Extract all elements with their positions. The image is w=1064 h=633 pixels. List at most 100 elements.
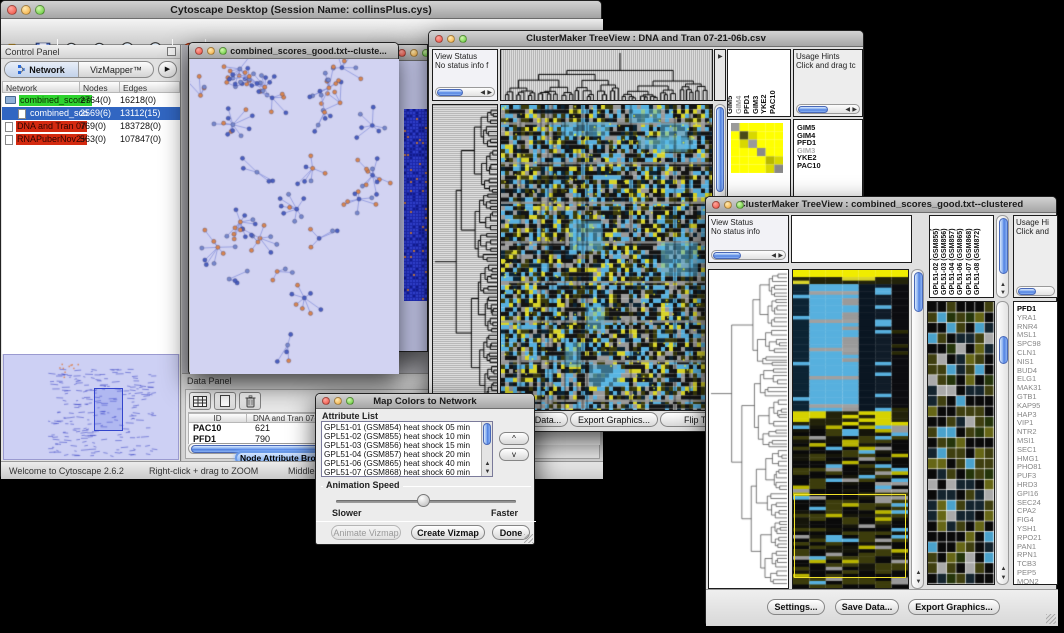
tv2-row-label[interactable]: PAN1 bbox=[1017, 542, 1036, 551]
tv2-status-hscrollbar[interactable]: ◀▶ bbox=[711, 250, 786, 260]
tv1-usage-hscrollbar[interactable]: ◀▶ bbox=[796, 104, 860, 114]
speed-slider-thumb[interactable] bbox=[417, 494, 430, 507]
attribute-item[interactable]: GPL51-07 (GSM868) heat shock 60 min bbox=[324, 468, 470, 477]
tv2-row-label[interactable]: HAP3 bbox=[1017, 410, 1037, 419]
zoom-button[interactable] bbox=[736, 201, 744, 209]
zoom-button[interactable] bbox=[35, 5, 45, 15]
minimize-button[interactable] bbox=[334, 397, 342, 405]
close-button[interactable] bbox=[712, 201, 720, 209]
attribute-item[interactable]: GPL51-06 (GSM865) heat shock 40 min bbox=[324, 459, 470, 468]
attribute-item[interactable]: GPL51-01 (GSM854) heat shock 05 min bbox=[324, 423, 470, 432]
tv2-row-label[interactable]: NTR2 bbox=[1017, 427, 1037, 436]
tv2-row-label[interactable]: NIS1 bbox=[1017, 357, 1034, 366]
network-row[interactable]: combined_sco2569(6)13112(15) bbox=[2, 107, 180, 120]
birdseye-selection[interactable] bbox=[94, 388, 123, 431]
column-header-network[interactable]: Network bbox=[2, 81, 80, 93]
network-row[interactable]: RNAPuberNov2+563(0)107847(0) bbox=[2, 133, 180, 146]
treeview2-title-bar[interactable]: ClusterMaker TreeView : combined_scores_… bbox=[706, 197, 1056, 213]
new-attribute-button[interactable] bbox=[214, 392, 236, 410]
network-row[interactable]: combined_scores2764(0)16218(0) bbox=[2, 94, 180, 107]
tv2-button[interactable]: Settings... bbox=[767, 599, 825, 615]
tv2-row-label[interactable]: YSH1 bbox=[1017, 524, 1037, 533]
tv1-row-label[interactable]: PAC10 bbox=[797, 161, 821, 170]
tv2-heatmap-selection[interactable] bbox=[794, 494, 906, 578]
tv2-row-label[interactable]: HMG1 bbox=[1017, 454, 1039, 463]
tv2-row-dendrogram[interactable] bbox=[708, 269, 789, 589]
zoom-button[interactable] bbox=[459, 35, 467, 43]
tv2-usage-hscrollbar[interactable] bbox=[1016, 286, 1055, 296]
network-window1-title-bar[interactable]: combined_scores_good.txt--cluste... bbox=[189, 43, 398, 59]
create-vizmap-button[interactable]: Create Vizmap bbox=[411, 525, 485, 540]
tv2-row-label[interactable]: PFD1 bbox=[1017, 304, 1036, 313]
tv2-zoom-heatmap[interactable] bbox=[927, 301, 995, 585]
minimize-button[interactable] bbox=[724, 201, 732, 209]
dialog-title-bar[interactable]: Map Colors to Network bbox=[316, 394, 534, 409]
tv2-row-label[interactable]: YRA1 bbox=[1017, 313, 1037, 322]
tv2-row-label[interactable]: PHO81 bbox=[1017, 462, 1042, 471]
close-button[interactable] bbox=[7, 5, 17, 15]
float-panel-icon[interactable] bbox=[167, 47, 176, 56]
close-button[interactable] bbox=[195, 47, 203, 55]
move-up-button[interactable]: ^ bbox=[499, 432, 529, 445]
resize-grip[interactable] bbox=[524, 534, 533, 543]
delete-attribute-button[interactable] bbox=[239, 392, 261, 410]
close-button[interactable] bbox=[322, 397, 330, 405]
tv2-row-label[interactable]: CLN1 bbox=[1017, 348, 1036, 357]
minimize-button[interactable] bbox=[410, 49, 418, 57]
network-row[interactable]: DNA and Tran 07769(0)183728(0) bbox=[2, 120, 180, 133]
minimize-button[interactable] bbox=[447, 35, 455, 43]
tv2-row-label[interactable]: FIG4 bbox=[1017, 515, 1034, 524]
tv2-collabels-vscrollbar[interactable]: ▲▼ bbox=[996, 215, 1009, 298]
attribute-item[interactable]: GPL51-03 (GSM856) heat shock 15 min bbox=[324, 441, 470, 450]
tv2-row-label[interactable]: PUF3 bbox=[1017, 471, 1036, 480]
tv2-button[interactable]: Save Data... bbox=[835, 599, 899, 615]
tv2-row-label[interactable]: ELG1 bbox=[1017, 374, 1036, 383]
tv2-row-label[interactable]: PEP5 bbox=[1017, 568, 1036, 577]
move-down-button[interactable]: v bbox=[499, 448, 529, 461]
attribute-item[interactable]: GPL51-04 (GSM857) heat shock 20 min bbox=[324, 450, 470, 459]
tv2-button[interactable]: Export Graphics... bbox=[908, 599, 1000, 615]
tv2-heatmap[interactable] bbox=[792, 269, 909, 589]
tv2-row-label[interactable]: RPN1 bbox=[1017, 550, 1037, 559]
tv2-row-label[interactable]: SEC1 bbox=[1017, 445, 1037, 454]
animate-vizmap-button[interactable]: Animate Vizmap bbox=[331, 525, 401, 540]
tv2-row-label[interactable]: CPA2 bbox=[1017, 506, 1036, 515]
tv1-button[interactable]: Export Graphics... bbox=[570, 412, 658, 427]
column-header-id[interactable]: ID bbox=[189, 413, 247, 423]
tv1-column-dendrogram[interactable] bbox=[500, 49, 713, 101]
tv2-heatmap-vscrollbar[interactable]: ▲▼ bbox=[911, 269, 924, 589]
tv2-row-label[interactable]: KAP95 bbox=[1017, 401, 1040, 410]
tv2-row-label[interactable]: GTB1 bbox=[1017, 392, 1037, 401]
tv2-row-label[interactable]: SEC24 bbox=[1017, 498, 1041, 507]
tv2-row-label[interactable]: MON2 bbox=[1017, 577, 1039, 585]
zoom-button[interactable] bbox=[346, 397, 354, 405]
tv2-row-label[interactable]: RPO21 bbox=[1017, 533, 1042, 542]
tab-vizmapper[interactable]: VizMapper™ bbox=[79, 62, 153, 77]
tv2-row-label[interactable]: RNR4 bbox=[1017, 322, 1037, 331]
zoom-button[interactable] bbox=[219, 47, 227, 55]
network-view-canvas[interactable] bbox=[190, 59, 399, 374]
column-header-edges[interactable]: Edges bbox=[120, 81, 180, 93]
birdseye-view[interactable] bbox=[3, 354, 179, 460]
tv2-row-label[interactable]: BUD4 bbox=[1017, 366, 1037, 375]
tv2-row-label[interactable]: MSL1 bbox=[1017, 330, 1037, 339]
tv2-row-label[interactable]: VIP1 bbox=[1017, 418, 1033, 427]
tv2-column-dendrogram[interactable] bbox=[791, 215, 912, 263]
close-button[interactable] bbox=[435, 35, 443, 43]
tv2-row-label[interactable]: SPC98 bbox=[1017, 339, 1041, 348]
tab-network[interactable]: Network bbox=[5, 62, 79, 77]
tv2-row-label[interactable]: GPI16 bbox=[1017, 489, 1038, 498]
tv2-row-label[interactable]: HRD3 bbox=[1017, 480, 1037, 489]
table-mode-button[interactable] bbox=[189, 392, 211, 410]
resize-grip[interactable] bbox=[1046, 614, 1056, 624]
tv1-row-dendrogram[interactable] bbox=[432, 104, 498, 411]
attribute-list[interactable]: ▲▼ GPL51-01 (GSM854) heat shock 05 min GP… bbox=[321, 421, 493, 477]
minimize-button[interactable] bbox=[21, 5, 31, 15]
tv2-row-label[interactable]: TCB3 bbox=[1017, 559, 1036, 568]
attribute-list-vscrollbar[interactable]: ▲▼ bbox=[481, 422, 492, 476]
treeview1-title-bar[interactable]: ClusterMaker TreeView : DNA and Tran 07-… bbox=[429, 31, 863, 47]
tv2-row-label[interactable]: MSI1 bbox=[1017, 436, 1035, 445]
column-header-nodes[interactable]: Nodes bbox=[80, 81, 120, 93]
tv1-heatmap[interactable] bbox=[500, 104, 713, 411]
close-button[interactable] bbox=[398, 49, 406, 57]
